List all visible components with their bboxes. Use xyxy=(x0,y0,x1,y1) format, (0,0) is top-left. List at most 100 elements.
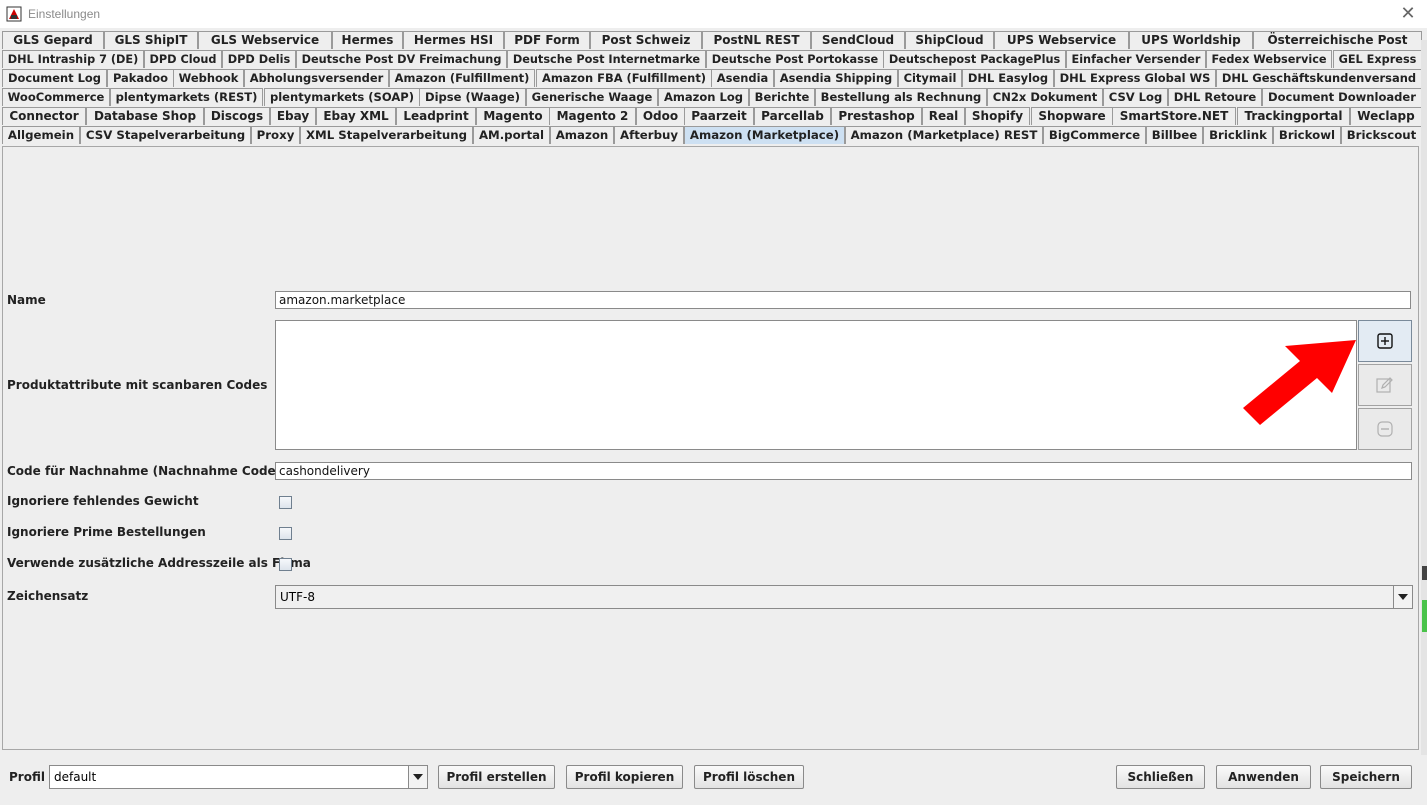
add-attribute-button[interactable] xyxy=(1358,320,1412,362)
tab-amazon-log[interactable]: Amazon Log xyxy=(658,88,749,106)
tab-bricklink[interactable]: Bricklink xyxy=(1203,126,1273,144)
tab-gls-gepard[interactable]: GLS Gepard xyxy=(2,31,104,49)
tab-allgemein[interactable]: Allgemein xyxy=(2,126,80,144)
save-button[interactable]: Speichern xyxy=(1320,765,1412,789)
tab-cn2x-dokument[interactable]: CN2x Dokument xyxy=(987,88,1103,106)
tab-webhook[interactable]: Webhook xyxy=(173,69,244,87)
remove-attribute-button[interactable] xyxy=(1358,408,1412,450)
tab-pdf-form[interactable]: PDF Form xyxy=(504,31,590,49)
tab-österreichische-post[interactable]: Österreichische Post xyxy=(1253,31,1422,49)
tab-parcellab[interactable]: Parcellab xyxy=(754,107,831,125)
tab-dhl-easylog[interactable]: DHL Easylog xyxy=(962,69,1054,87)
tab-real[interactable]: Real xyxy=(922,107,965,125)
tab-ebay-xml[interactable]: Ebay XML xyxy=(316,107,396,125)
name-input[interactable]: amazon.marketplace xyxy=(275,291,1411,309)
tab-bestellung-als-rechnung[interactable]: Bestellung als Rechnung xyxy=(815,88,987,106)
tab-shopify[interactable]: Shopify xyxy=(965,107,1030,125)
tab-billbee[interactable]: Billbee xyxy=(1146,126,1203,144)
tab-deutschepost-packageplus[interactable]: Deutschepost PackagePlus xyxy=(883,50,1066,68)
tab-csv-log[interactable]: CSV Log xyxy=(1103,88,1168,106)
create-profile-button[interactable]: Profil erstellen xyxy=(438,765,555,789)
apply-button[interactable]: Anwenden xyxy=(1216,765,1311,789)
tab-document-downloader[interactable]: Document Downloader xyxy=(1262,88,1422,106)
copy-profile-button[interactable]: Profil kopieren xyxy=(566,765,683,789)
tab-hermes[interactable]: Hermes xyxy=(332,31,403,49)
tab-am-portal[interactable]: AM.portal xyxy=(473,126,550,144)
tab-gls-webservice[interactable]: GLS Webservice xyxy=(198,31,332,49)
tab-fedex-webservice[interactable]: Fedex Webservice xyxy=(1206,50,1332,68)
tab-magento-2[interactable]: Magento 2 xyxy=(549,107,636,125)
chevron-down-icon[interactable] xyxy=(1393,586,1412,608)
tab-berichte[interactable]: Berichte xyxy=(749,88,815,106)
tab-deutsche-post-dv-freimachung[interactable]: Deutsche Post DV Freimachung xyxy=(296,50,507,68)
ignore-prime-checkbox[interactable] xyxy=(279,527,292,540)
tab-discogs[interactable]: Discogs xyxy=(204,107,270,125)
tab-plentymarkets-rest[interactable]: plentymarkets (REST) xyxy=(110,88,263,106)
tab-dhl-express-global-ws[interactable]: DHL Express Global WS xyxy=(1054,69,1216,87)
tab-row: Document Log Pakadoo Webhook Abholungsverse… xyxy=(0,69,1427,88)
tab-prestashop[interactable]: Prestashop xyxy=(831,107,922,125)
extra-address-checkbox[interactable] xyxy=(279,558,292,571)
tab-odoo[interactable]: Odoo xyxy=(636,107,685,125)
tab-leadprint[interactable]: Leadprint xyxy=(396,107,476,125)
tab-dpd-cloud[interactable]: DPD Cloud xyxy=(144,50,222,68)
ignore-weight-checkbox[interactable] xyxy=(279,496,292,509)
profile-select[interactable]: default xyxy=(49,765,428,789)
tab-amazon-marketplace[interactable]: Amazon (Marketplace) xyxy=(684,126,845,144)
tab-dipse-waage[interactable]: Dipse (Waage) xyxy=(419,88,526,106)
tab-pakadoo[interactable]: Pakadoo xyxy=(107,69,174,87)
tab-hermes-hsi[interactable]: Hermes HSI xyxy=(403,31,504,49)
tab-plentymarkets-soap[interactable]: plentymarkets (SOAP) xyxy=(264,88,420,106)
tab-dhl-retoure[interactable]: DHL Retoure xyxy=(1168,88,1262,106)
tab-gel-express[interactable]: GEL Express xyxy=(1333,50,1422,68)
tab-dpd-delis[interactable]: DPD Delis xyxy=(222,50,296,68)
tab-weclapp[interactable]: Weclapp xyxy=(1350,107,1422,125)
attributes-list[interactable] xyxy=(275,320,1357,450)
tab-database-shop[interactable]: Database Shop xyxy=(86,107,204,125)
tab-bigcommerce[interactable]: BigCommerce xyxy=(1043,126,1146,144)
tab-trackingportal[interactable]: Trackingportal xyxy=(1237,107,1350,125)
tab-magento[interactable]: Magento xyxy=(476,107,550,125)
tab-dhl-intraship-7-de[interactable]: DHL Intraship 7 (DE) xyxy=(2,50,144,68)
tab-paarzeit[interactable]: Paarzeit xyxy=(684,107,754,125)
tab-brickscout[interactable]: Brickscout xyxy=(1341,126,1422,144)
tab-woocommerce[interactable]: WooCommerce xyxy=(2,88,110,106)
tab-shopware[interactable]: Shopware xyxy=(1031,107,1113,125)
tab-asendia-shipping[interactable]: Asendia Shipping xyxy=(774,69,898,87)
charset-select[interactable]: UTF-8 xyxy=(275,585,1413,609)
edit-attribute-button[interactable] xyxy=(1358,364,1412,406)
tab-ebay[interactable]: Ebay xyxy=(270,107,316,125)
tab-amazon[interactable]: Amazon xyxy=(550,126,614,144)
tab-csv-stapelverarbeitung[interactable]: CSV Stapelverarbeitung xyxy=(80,126,251,144)
tab-xml-stapelverarbeitung[interactable]: XML Stapelverarbeitung xyxy=(300,126,473,144)
tab-einfacher-versender[interactable]: Einfacher Versender xyxy=(1066,50,1206,68)
tab-ups-worldship[interactable]: UPS Worldship xyxy=(1129,31,1253,49)
tab-post-schweiz[interactable]: Post Schweiz xyxy=(590,31,702,49)
tab-connector[interactable]: Connector xyxy=(2,107,86,125)
tab-document-log[interactable]: Document Log xyxy=(2,69,107,87)
tab-shipcloud[interactable]: ShipCloud xyxy=(905,31,994,49)
tab-amazon-fba-fulfillment[interactable]: Amazon FBA (Fulfillment) xyxy=(536,69,712,87)
tab-dhl-geschäftskundenversand[interactable]: DHL Geschäftskundenversand xyxy=(1216,69,1422,87)
tab-amazon-fulfillment[interactable]: Amazon (Fulfillment) xyxy=(389,69,535,87)
tab-generische-waage[interactable]: Generische Waage xyxy=(526,88,658,106)
tab-afterbuy[interactable]: Afterbuy xyxy=(614,126,684,144)
tab-citymail[interactable]: Citymail xyxy=(898,69,962,87)
tab-sendcloud[interactable]: SendCloud xyxy=(811,31,905,49)
tab-ups-webservice[interactable]: UPS Webservice xyxy=(994,31,1129,49)
tab-abholungsversender[interactable]: Abholungsversender xyxy=(244,69,389,87)
tab-asendia[interactable]: Asendia xyxy=(711,69,774,87)
tab-deutsche-post-internetmarke[interactable]: Deutsche Post Internetmarke xyxy=(507,50,706,68)
tab-proxy[interactable]: Proxy xyxy=(251,126,300,144)
tab-postnl-rest[interactable]: PostNL REST xyxy=(702,31,811,49)
chevron-down-icon[interactable] xyxy=(408,766,427,788)
delete-profile-button[interactable]: Profil löschen xyxy=(694,765,804,789)
tab-brickowl[interactable]: Brickowl xyxy=(1273,126,1341,144)
close-button[interactable]: Schließen xyxy=(1116,765,1205,789)
tab-deutsche-post-portokasse[interactable]: Deutsche Post Portokasse xyxy=(706,50,884,68)
close-icon[interactable]: ✕ xyxy=(1396,2,1420,26)
tab-gls-shipit[interactable]: GLS ShipIT xyxy=(104,31,198,49)
tab-amazon-marketplace-rest[interactable]: Amazon (Marketplace) REST xyxy=(845,126,1043,144)
cod-input[interactable]: cashondelivery xyxy=(275,462,1412,480)
tab-smartstore-net[interactable]: SmartStore.NET xyxy=(1112,107,1236,125)
